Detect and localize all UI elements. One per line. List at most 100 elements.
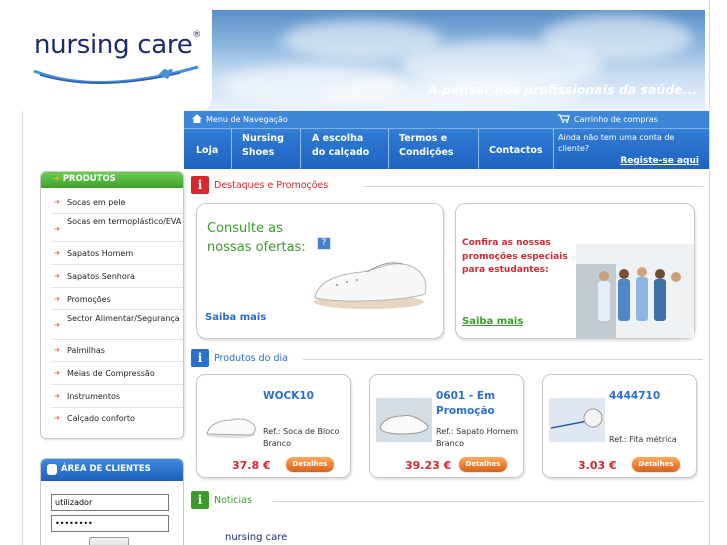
products-sidebar-header: ➔ PRODUTOS [41,172,183,188]
details-button[interactable]: Detalhes [286,457,334,471]
sidebar-item-sector-alimentar[interactable]: ➔ Sector Alimentar/Segurança [51,310,183,340]
promo-ofertas-link[interactable]: Saiba mais [205,312,266,323]
sidebar-item-sapatos-homem[interactable]: ➔ Sapatos Homem [51,242,183,265]
promo-estudantes: Confira as nossas promoções especiais pa… [455,203,695,339]
nav-item-escolha-calcado[interactable]: A escolha do calçado [312,132,378,160]
products-of-day-title: Produtos do dia [214,353,288,364]
sidebar-item-label: Socas em termoplástico/EVA [67,217,182,226]
user-icon [47,464,57,475]
details-button[interactable]: Detalhes [459,457,507,471]
sidebar-item-instrumentos[interactable]: ➔ Instrumentos [51,385,183,408]
highlights-header: i Destaques e Promoções [191,176,706,196]
client-area: ÁREA DE CLIENTES [40,458,184,545]
products-sidebar: ➔ PRODUTOS ➔ Socas em pele ➔ Socas em termo… [40,171,184,439]
bullet-icon: ➔ [54,321,60,329]
bullet-icon: ➔ [54,198,60,206]
bullet-icon: ➔ [54,225,60,233]
news-title: Noticias [214,495,252,506]
divider [363,186,703,187]
nav-item-loja[interactable]: Loja [196,144,218,158]
sidebar-item-label: Meias de Compressão [67,369,155,378]
registered-mark: ® [192,30,202,40]
nav-divider [231,129,232,169]
account-text: Ainda não tem uma conta de cliente? [558,133,675,153]
nav-divider [300,129,301,169]
product-name[interactable]: 0601 - Em Promoção [436,389,524,419]
nav-divider [388,129,389,169]
cart-title[interactable]: Carrinho de compras [558,114,658,124]
menu-title: Menu de Navegação [192,114,288,124]
clog-image [314,262,427,309]
nav-divider [478,129,479,169]
sidebar-item-label: Promoções [67,295,111,304]
bullet-icon: ➔ [54,346,60,354]
register-link[interactable]: Registe-se aqui [620,156,699,166]
bullet-icon: ➔ [54,414,60,422]
help-icon[interactable]: ? [317,237,331,250]
page-border [22,111,23,545]
nurses-photo [576,244,694,338]
product-card[interactable]: 0601 - Em Promoção Ref.: Sapato Homem Br… [369,374,524,478]
product-ref: Ref.: Sapato Homem Branco [436,427,519,448]
products-sidebar-title: PRODUTOS [62,174,116,184]
logo-swoosh-icon [33,65,199,84]
promo-ofertas: Consulte as nossas ofertas: ? Saiba mais [196,203,444,339]
news-logo: nursing care [225,532,288,543]
bullet-icon: ➔ [54,295,60,303]
sidebar-item-socas-termoplastico[interactable]: ➔ Socas em termoplástico/EVA [51,214,183,242]
nav-item-termos[interactable]: Termos e Condições [399,132,459,160]
menu-title-label: Menu de Navegação [206,115,288,124]
nav-item-nursing-shoes[interactable]: Nursing Shoes [242,132,288,160]
navigation-bar: Menu de Navegação Carrinho de compras Lo… [184,111,709,169]
product-image [549,398,605,442]
highlights-title: Destaques e Promoções [214,180,329,191]
product-image [206,418,256,438]
password-input[interactable] [51,515,169,532]
product-card[interactable]: WOCK10 Ref.: Soca de Bloco Branco 37.8 €… [196,374,351,478]
news-header: i Noticias [191,491,706,511]
info-icon: i [191,491,209,509]
page-border [709,0,710,545]
sidebar-item-promocoes[interactable]: ➔ Promoções [51,288,183,310]
login-button[interactable] [89,537,129,545]
product-price: 39.23 € [405,459,452,472]
product-ref: Ref.: Fita métrica [609,435,677,444]
sidebar-item-label: Socas em pele [67,198,126,207]
logo[interactable]: nursing care® [22,10,212,111]
logo-text: nursing care [34,30,193,60]
bullet-icon: ➔ [54,392,60,400]
bullet-icon: ➔ [54,272,60,280]
promo-estudantes-link[interactable]: Saiba mais [462,316,523,327]
product-card[interactable]: 4444710 Ref.: Fita métrica 3.03 € Detalh… [542,374,697,478]
product-name[interactable]: 4444710 [609,389,697,404]
username-input[interactable] [51,494,169,511]
divider [303,359,703,360]
bullet-icon: ➔ [54,369,60,377]
sidebar-item-meias-compressao[interactable]: ➔ Meias de Compressão [51,362,183,385]
tagline: A pensar nos profissionais da saúde... [428,82,697,97]
sidebar-item-label: Sapatos Senhora [67,272,135,281]
sidebar-item-sapatos-senhora[interactable]: ➔ Sapatos Senhora [51,265,183,288]
details-button[interactable]: Detalhes [632,457,680,471]
sidebar-item-palmilhas[interactable]: ➔ Palmilhas [51,340,183,362]
cart-title-label: Carrinho de compras [574,115,658,124]
client-area-header: ÁREA DE CLIENTES [41,459,183,481]
products-of-day-header: i Produtos do dia [191,349,706,369]
bullet-icon: ➔ [54,249,60,257]
sidebar-item-calcado-conforto[interactable]: ➔ Calçado conforto [51,408,183,430]
sidebar-item-label: Instrumentos [67,392,121,401]
sidebar-item-socas-pele[interactable]: ➔ Socas em pele [51,194,183,214]
product-image [376,398,432,442]
page: nursing care® A pensar nos profissionais… [0,0,727,545]
product-name[interactable]: WOCK10 [263,389,351,404]
arrow-icon: ➔ [53,174,60,183]
sidebar-item-label: Calçado conforto [67,414,135,423]
nav-item-contactos[interactable]: Contactos [489,144,543,158]
sidebar-item-label: Sector Alimentar/Segurança [67,314,180,323]
client-area-title: ÁREA DE CLIENTES [61,464,151,474]
sidebar-item-label: Sapatos Homem [67,249,134,258]
info-icon: i [191,176,209,194]
product-price: 37.8 € [232,459,271,472]
product-ref: Ref.: Soca de Bloco Branco [263,427,340,448]
product-price: 3.03 € [578,459,617,472]
